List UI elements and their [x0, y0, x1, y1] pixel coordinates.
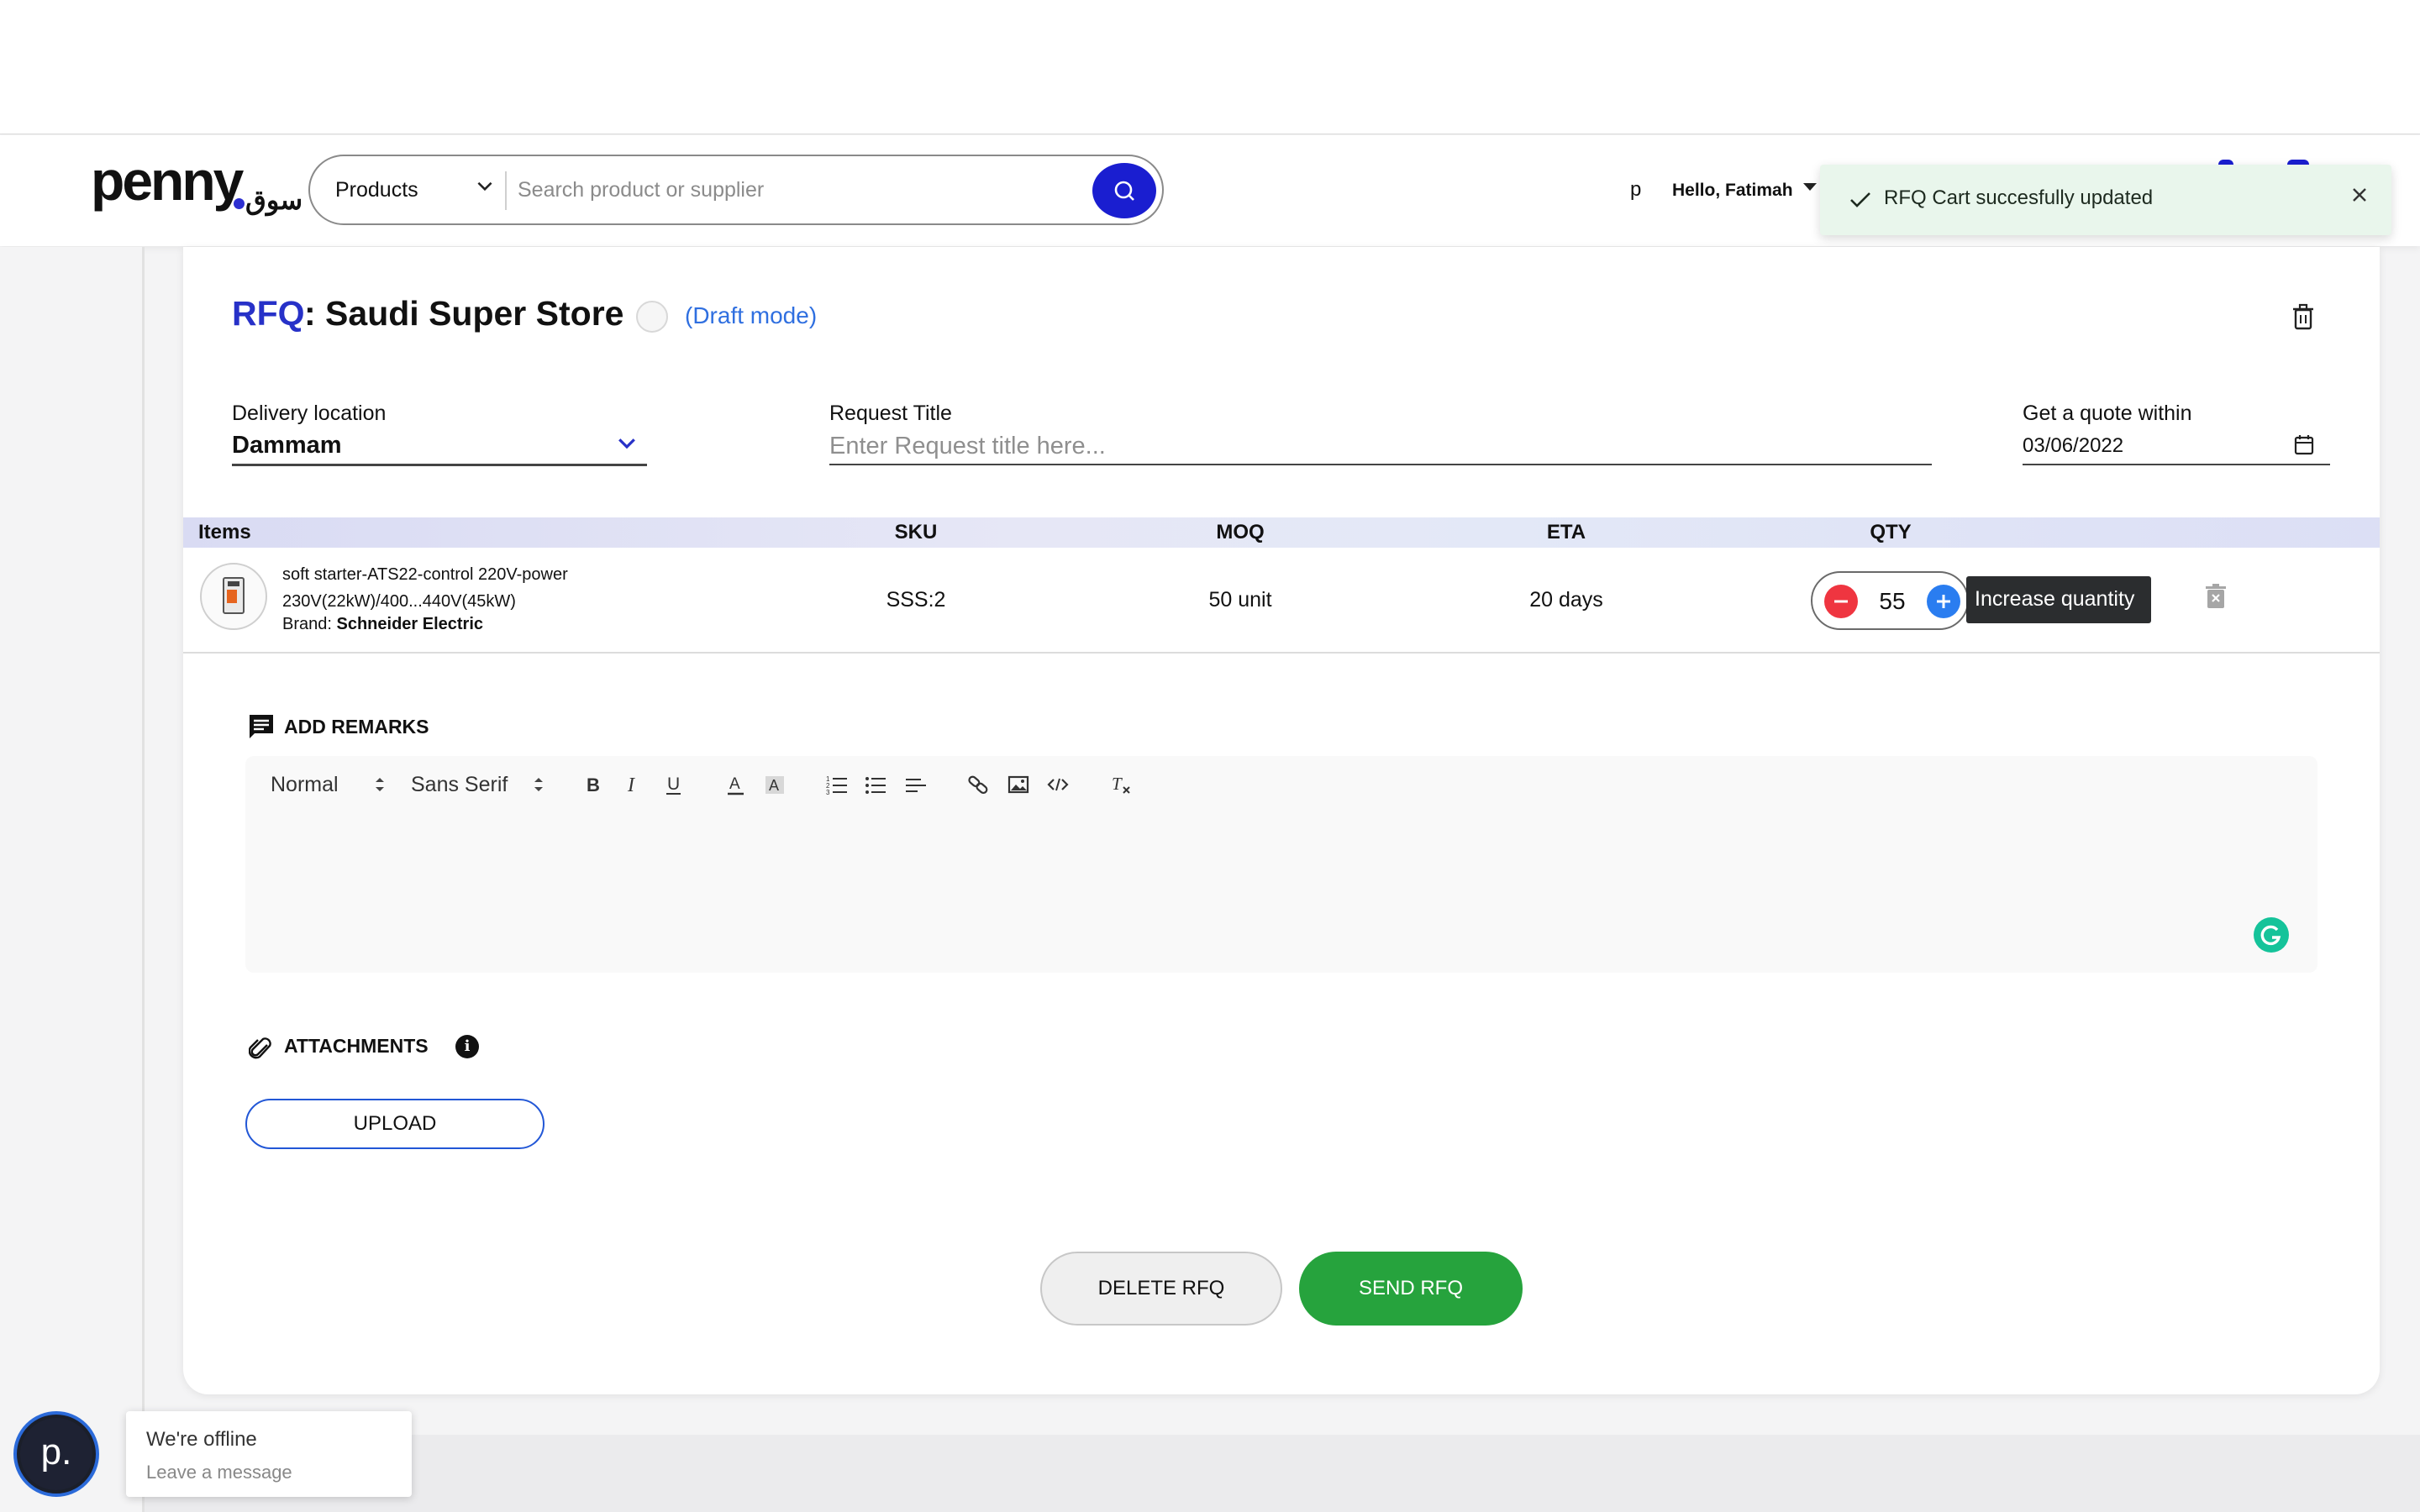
search-category-select[interactable]: Products: [335, 178, 418, 202]
delivery-location-label: Delivery location: [232, 402, 387, 425]
delete-rfq-button[interactable]: DELETE RFQ: [1040, 1252, 1282, 1326]
store-name: : Saudi Super Store: [304, 294, 624, 333]
draft-mode-label: (Draft mode): [685, 302, 818, 328]
chat-popup[interactable]: We're offline Leave a message: [126, 1411, 412, 1497]
calendar-icon[interactable]: [2294, 433, 2314, 455]
quantity-stepper: 55: [1811, 571, 1969, 630]
link-icon[interactable]: [966, 773, 990, 796]
search-icon: [1114, 181, 1134, 201]
svg-text:A: A: [729, 775, 740, 793]
add-remarks-title: ADD REMARKS: [284, 716, 429, 738]
close-icon[interactable]: [2351, 181, 2368, 210]
svg-text:3: 3: [826, 789, 830, 796]
svg-text:U: U: [667, 774, 680, 794]
chevron-down-icon[interactable]: [474, 175, 496, 202]
chat-avatar-letter: p.: [40, 1431, 72, 1473]
browser-blank-area: [0, 0, 2420, 134]
svg-text:B: B: [587, 774, 600, 795]
quote-date-field[interactable]: 03/06/2022: [2023, 434, 2123, 458]
tooltip: Increase quantity: [1966, 576, 2151, 623]
column-header-qty: QTY: [1870, 521, 1912, 543]
ordered-list-icon[interactable]: 123: [825, 773, 849, 796]
svg-text:A: A: [769, 777, 779, 794]
search-input[interactable]: [516, 166, 953, 213]
background-color-icon[interactable]: A: [763, 773, 786, 796]
grammarly-icon[interactable]: [2254, 917, 2289, 953]
product-image[interactable]: [200, 563, 267, 630]
quote-within-label: Get a quote within: [2023, 402, 2192, 425]
chat-leave-message[interactable]: Leave a message: [146, 1462, 292, 1483]
decrease-quantity-button[interactable]: [1824, 585, 1858, 618]
request-title-input[interactable]: [829, 428, 1932, 464]
minus-icon: [1834, 600, 1848, 603]
image-icon[interactable]: [1007, 773, 1030, 796]
check-icon: [1850, 192, 1870, 207]
search-divider: [505, 171, 507, 210]
updown-icon[interactable]: [373, 773, 397, 796]
toast-message: RFQ Cart succesfully updated: [1884, 186, 2154, 209]
comment-icon: [247, 712, 276, 741]
paperclip-icon: [248, 1035, 274, 1063]
svg-text:I: I: [627, 774, 635, 796]
info-icon[interactable]: i: [455, 1035, 479, 1058]
search-button[interactable]: [1092, 163, 1156, 218]
moq-cell: 50 unit: [1208, 588, 1272, 612]
chevron-down-icon[interactable]: [614, 430, 639, 455]
italic-icon[interactable]: I: [622, 773, 645, 796]
left-panel: [0, 247, 145, 1512]
underline-icon[interactable]: U: [662, 773, 686, 796]
footer-strip: [145, 1435, 2420, 1512]
penny-logo[interactable]: penny: [91, 153, 244, 208]
logo-dot: [234, 198, 245, 209]
quote-date-underline: [2023, 464, 2330, 465]
success-toast: RFQ Cart succesfully updated: [1820, 165, 2391, 235]
brand-name: Schneider Electric: [336, 615, 484, 633]
user-greeting[interactable]: Hello, Fatimah: [1672, 181, 1793, 201]
remove-item-icon[interactable]: [2205, 583, 2227, 610]
delete-rfq-icon[interactable]: [2291, 302, 2316, 331]
align-icon[interactable]: [904, 773, 928, 796]
text-color-icon[interactable]: A: [724, 773, 748, 796]
text-size-select[interactable]: Normal: [271, 773, 339, 797]
increase-quantity-button[interactable]: [1927, 585, 1960, 618]
attachments-title: ATTACHMENTS: [284, 1035, 429, 1057]
rfq-label: RFQ: [232, 294, 305, 333]
chat-status: We're offline: [146, 1428, 257, 1451]
request-title-label: Request Title: [829, 402, 952, 425]
plus-icon: [1937, 595, 1950, 608]
column-header-items: Items: [198, 521, 251, 543]
caret-down-icon[interactable]: [1803, 183, 1817, 191]
upload-button[interactable]: UPLOAD: [245, 1099, 544, 1149]
clear-format-icon[interactable]: T: [1109, 773, 1133, 796]
logo-arabic-text: سوق: [245, 185, 303, 215]
svg-text:T: T: [1112, 774, 1123, 794]
column-header-moq: MOQ: [1216, 521, 1265, 543]
product-name[interactable]: soft starter-ATS22-control 220V-power 23…: [282, 561, 635, 615]
column-header-eta: ETA: [1546, 521, 1586, 543]
updown-icon[interactable]: [532, 773, 555, 796]
chat-launcher[interactable]: p.: [13, 1411, 99, 1497]
store-logo: [636, 301, 668, 333]
request-title-underline: [829, 464, 1932, 465]
send-rfq-button[interactable]: SEND RFQ: [1299, 1252, 1523, 1326]
code-icon[interactable]: [1046, 773, 1070, 796]
delivery-underline: [232, 464, 647, 466]
brand-label: Brand:: [282, 615, 332, 633]
user-initial[interactable]: p: [1630, 178, 1641, 202]
bullet-list-icon[interactable]: [864, 773, 887, 796]
column-header-sku: SKU: [894, 521, 938, 543]
font-select[interactable]: Sans Serif: [411, 773, 508, 797]
delivery-location-select[interactable]: Dammam: [232, 432, 342, 459]
product-brand: Brand: Schneider Electric: [282, 615, 483, 634]
search-bar: Products: [308, 155, 1164, 225]
remarks-editor[interactable]: [245, 756, 2317, 973]
eta-cell: 20 days: [1529, 588, 1603, 612]
sku-cell: SSS:2: [886, 588, 946, 612]
bold-icon[interactable]: B: [581, 773, 605, 796]
